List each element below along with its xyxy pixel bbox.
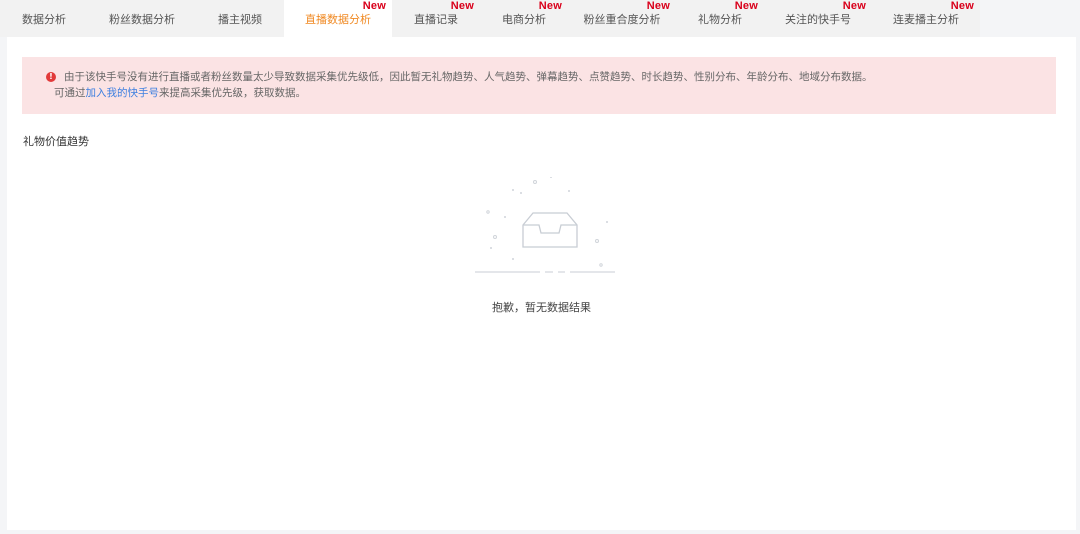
tab-data-analysis[interactable]: 数据分析: [0, 0, 88, 37]
tab-fan-overlap-analysis[interactable]: 粉丝重合度分析 New: [568, 0, 676, 37]
new-badge: New: [538, 0, 562, 12]
empty-state-text: 抱歉，暂无数据结果: [492, 301, 591, 314]
tab-bar: 数据分析 粉丝数据分析 播主视频 直播数据分析 New 直播记录 New 电商分析 N…: [0, 0, 980, 37]
tab-label: 播主视频: [218, 12, 262, 26]
tab-fan-data-analysis[interactable]: 粉丝数据分析: [88, 0, 196, 37]
alert-hint-suffix: 来提高采集优先级，获取数据。: [159, 87, 306, 99]
tab-label: 电商分析: [502, 12, 546, 26]
exclamation-circle-icon: !: [46, 72, 56, 82]
alert-message: 由于该快手号没有进行直播或者粉丝数量太少导致数据采集优先级低，因此暂无礼物趋势、…: [64, 71, 873, 83]
tab-gift-analysis[interactable]: 礼物分析 New: [676, 0, 764, 37]
new-badge: New: [842, 0, 866, 12]
tab-live-records[interactable]: 直播记录 New: [392, 0, 480, 37]
new-badge: New: [450, 0, 474, 12]
tab-co-streaming-analysis[interactable]: 连麦播主分析 New: [872, 0, 980, 37]
section-title: 礼物价值趋势: [23, 135, 89, 148]
tab-label: 粉丝重合度分析: [583, 12, 661, 26]
tab-followed-accounts[interactable]: 关注的快手号 New: [764, 0, 872, 37]
empty-state: [465, 177, 615, 317]
tab-label: 直播数据分析: [305, 12, 371, 26]
new-badge: New: [646, 0, 670, 12]
content-panel: ! 由于该快手号没有进行直播或者粉丝数量太少导致数据采集优先级低，因此暂无礼物趋…: [7, 37, 1076, 530]
new-badge: New: [734, 0, 758, 12]
tab-label: 连麦播主分析: [893, 12, 959, 26]
tab-ecommerce-analysis[interactable]: 电商分析 New: [480, 0, 568, 37]
alert-hint: 可通过加入我的快手号来提高采集优先级，获取数据。: [44, 85, 1056, 101]
add-my-account-link[interactable]: 加入我的快手号: [86, 87, 160, 99]
tab-label: 粉丝数据分析: [109, 12, 175, 26]
tab-streamer-videos[interactable]: 播主视频: [196, 0, 284, 37]
tab-label: 数据分析: [22, 12, 66, 26]
tab-label: 直播记录: [414, 12, 458, 26]
warning-alert: ! 由于该快手号没有进行直播或者粉丝数量太少导致数据采集优先级低，因此暂无礼物趋…: [22, 57, 1056, 114]
empty-inbox-icon: [475, 177, 615, 273]
alert-hint-prefix: 可通过: [54, 87, 86, 99]
tab-label: 礼物分析: [698, 12, 742, 26]
new-badge: New: [950, 0, 974, 12]
tab-label: 关注的快手号: [785, 12, 851, 26]
tab-live-data-analysis[interactable]: 直播数据分析 New: [284, 0, 392, 37]
new-badge: New: [362, 0, 386, 12]
